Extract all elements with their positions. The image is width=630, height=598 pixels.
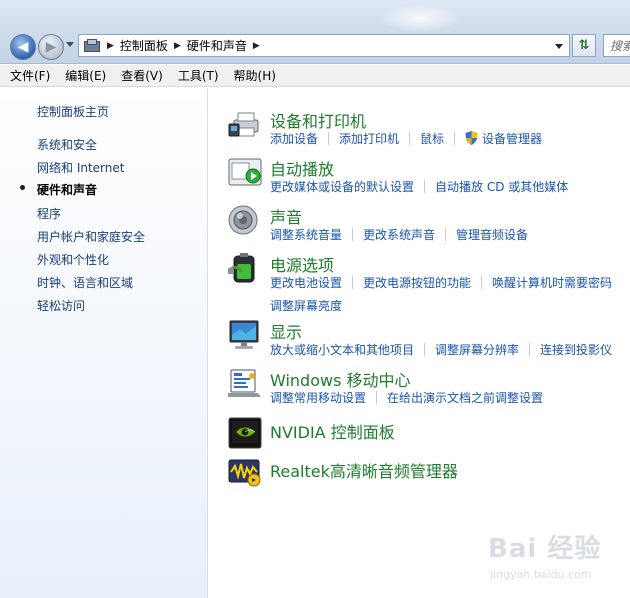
category-title-power-options[interactable]: 电源选项 [270,252,334,276]
watermark: Bai 经验 jingyan.baidu.com [470,528,620,588]
category-title-realtek[interactable]: Realtek高清晰音频管理器 [270,458,458,482]
menu-help[interactable]: 帮助(H) [234,67,276,84]
category-title-devices-printers[interactable]: 设备和打印机 [270,108,366,132]
speaker-icon[interactable] [228,204,262,236]
link-manage-audio-devices[interactable]: 管理音频设备 [456,226,528,243]
divider [352,228,354,241]
realtek-icon[interactable] [228,456,262,488]
sidebar-item-control-panel-home[interactable]: 控制面板主页 [37,103,109,120]
link-mouse[interactable]: 鼠标 [420,130,444,147]
current-bullet-icon [20,185,25,190]
menu-view[interactable]: 查看(V) [121,67,163,84]
watermark-text: Bai 经验 [488,534,602,564]
category-links: 更改媒体或设备的默认设置 自动播放 CD 或其他媒体 [270,178,630,195]
nvidia-icon[interactable] [228,417,262,449]
divider [409,132,411,145]
menu-bar: 文件(F) 编辑(E) 查看(V) 工具(T) 帮助(H) [0,65,630,87]
link-add-device[interactable]: 添加设备 [270,130,318,147]
category-title-mobility-center[interactable]: Windows 移动中心 [270,367,411,391]
divider [328,132,330,145]
arrow-right-icon: ▶ [45,39,57,55]
category-links: 更改电池设置 更改电源按钮的功能 唤醒计算机时需要密码 调整屏幕亮度 [270,274,630,314]
forward-button[interactable]: ▶ [38,34,64,60]
sidebar-item-appearance[interactable]: 外观和个性化 [37,251,109,268]
sidebar-item-programs[interactable]: 程序 [37,205,61,222]
divider [445,228,447,241]
link-adjust-brightness[interactable]: 调整屏幕亮度 [270,297,342,314]
link-connect-projector[interactable]: 连接到投影仪 [540,341,612,358]
divider [352,276,354,289]
uac-shield-icon [465,131,478,145]
category-title-display[interactable]: 显示 [270,319,302,343]
divider [424,343,426,356]
category-title-autoplay[interactable]: 自动播放 [270,156,334,180]
divider [376,391,378,404]
link-device-manager[interactable]: 设备管理器 [482,130,542,147]
category-links: 放大或缩小文本和其他项目 调整屏幕分辨率 连接到投影仪 [270,341,630,358]
link-change-battery-settings[interactable]: 更改电池设置 [270,274,342,291]
category-title-nvidia[interactable]: NVIDIA 控制面板 [270,419,395,443]
link-power-button-function[interactable]: 更改电源按钮的功能 [363,274,471,291]
glass-highlight [380,4,460,32]
arrow-left-icon: ◀ [17,39,29,55]
sidebar: 控制面板主页 系统和安全 网络和 Internet 硬件和声音 程序 用户帐户和… [0,88,208,598]
category-links: 添加设备 添加打印机 鼠标 设备管理器 [270,130,630,147]
divider [424,180,426,193]
recent-pages-dropdown[interactable] [66,42,74,47]
search-placeholder: 搜索 [610,39,630,53]
sidebar-item-system-security[interactable]: 系统和安全 [37,136,97,153]
sidebar-item-hardware-sound: 硬件和声音 [37,183,98,197]
link-presentation-settings[interactable]: 在给出演示文档之前调整设置 [387,389,543,406]
link-make-text-larger[interactable]: 放大或缩小文本和其他项目 [270,341,414,358]
battery-icon[interactable] [228,252,262,284]
menu-edit[interactable]: 编辑(E) [65,67,106,84]
category-title-sound[interactable]: 声音 [270,204,302,228]
link-require-password-wake[interactable]: 唤醒计算机时需要密码 [492,274,612,291]
sidebar-item-user-accounts[interactable]: 用户帐户和家庭安全 [37,228,145,245]
divider [529,343,531,356]
chevron-right-icon[interactable]: ▶ [107,41,114,51]
category-links: 调整常用移动设置 在给出演示文档之前调整设置 [270,389,630,406]
menu-file[interactable]: 文件(F) [10,67,50,84]
address-bar[interactable]: ▶ 控制面板 ▶ 硬件和声音 ▶ [78,34,570,57]
breadcrumb-control-panel[interactable]: 控制面板 [120,37,168,54]
control-panel-icon [83,38,101,53]
link-change-sounds[interactable]: 更改系统声音 [363,226,435,243]
link-adjust-volume[interactable]: 调整系统音量 [270,226,342,243]
back-button[interactable]: ◀ [10,34,36,60]
chevron-right-icon[interactable]: ▶ [253,41,260,51]
category-links: 调整系统音量 更改系统声音 管理音频设备 [270,226,630,243]
watermark-url: jingyan.baidu.com [490,568,592,581]
monitor-icon[interactable] [228,319,262,351]
sidebar-item-ease-of-access[interactable]: 轻松访问 [37,297,85,314]
divider [481,276,483,289]
chevron-right-icon[interactable]: ▶ [174,41,181,51]
sidebar-item-network[interactable]: 网络和 Internet [37,159,124,176]
search-input[interactable]: 搜索 [603,34,630,57]
refresh-button[interactable]: ⇅ [572,34,596,57]
window-title-bar: ◀ ▶ ▶ 控制面板 ▶ 硬件和声音 ▶ ⇅ 搜索 [0,0,630,64]
refresh-icon: ⇅ [578,38,590,53]
divider [454,132,456,145]
link-autoplay-cd[interactable]: 自动播放 CD 或其他媒体 [435,178,568,195]
link-change-media-defaults[interactable]: 更改媒体或设备的默认设置 [270,178,414,195]
mobility-center-icon[interactable] [228,367,262,399]
autoplay-icon[interactable] [228,156,262,188]
sidebar-item-clock-language[interactable]: 时钟、语言和区域 [37,274,133,291]
printer-icon[interactable] [228,108,262,140]
menu-tools[interactable]: 工具(T) [178,67,219,84]
link-adjust-mobility-settings[interactable]: 调整常用移动设置 [270,389,366,406]
breadcrumb-hardware-sound[interactable]: 硬件和声音 [187,37,247,54]
link-screen-resolution[interactable]: 调整屏幕分辨率 [435,341,519,358]
link-add-printer[interactable]: 添加打印机 [339,130,399,147]
address-dropdown-icon[interactable] [555,44,563,49]
category-links-line2: 调整屏幕亮度 [270,297,630,314]
